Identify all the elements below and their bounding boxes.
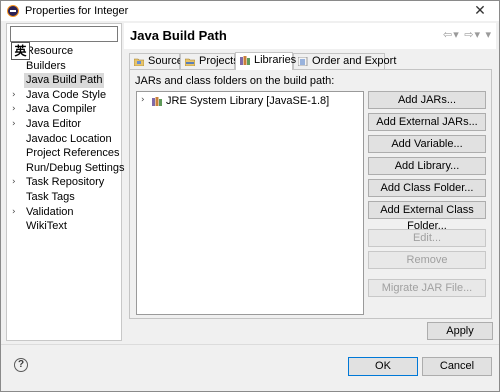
tree-item-task-repository[interactable]: › Task Repository bbox=[7, 175, 121, 190]
tree-item-builders[interactable]: Builders bbox=[7, 59, 121, 74]
back-arrow-icon[interactable]: ⇦ bbox=[443, 28, 453, 41]
footer-divider bbox=[1, 344, 499, 345]
add-library-button[interactable]: Add Library... bbox=[368, 157, 486, 175]
order-export-icon bbox=[298, 57, 308, 66]
libraries-icon bbox=[240, 56, 250, 65]
page-header: Java Build Path ⇦▾ ⇨▾ ▾ bbox=[124, 23, 496, 49]
tree-item-label: Validation bbox=[26, 205, 74, 218]
tree-item-wikitext[interactable]: WikiText bbox=[7, 219, 121, 234]
tree-item-label: WikiText bbox=[26, 220, 67, 233]
expand-arrow-icon[interactable]: › bbox=[12, 102, 20, 117]
expand-arrow-icon[interactable]: › bbox=[141, 95, 149, 105]
tree-item-label: Run/Debug Settings bbox=[26, 161, 125, 174]
eclipse-app-icon bbox=[7, 5, 19, 17]
back-dropdown-icon[interactable]: ▾ bbox=[453, 28, 460, 41]
add-class-folder-button[interactable]: Add Class Folder... bbox=[368, 179, 486, 197]
tree-item-task-tags[interactable]: Task Tags bbox=[7, 190, 121, 205]
library-entry-label: JRE System Library [JavaSE-1.8] bbox=[166, 95, 330, 107]
tree-item-label: Java Build Path bbox=[24, 73, 105, 88]
forward-dropdown-icon[interactable]: ▾ bbox=[474, 28, 481, 41]
tab-order-and-export[interactable]: Order and Export bbox=[293, 53, 396, 70]
tab-source[interactable]: Source bbox=[129, 53, 183, 70]
add-external-jars-button[interactable]: Add External JARs... bbox=[368, 113, 486, 131]
tree-item-label: Project References bbox=[26, 147, 120, 160]
jre-library-icon bbox=[152, 97, 162, 106]
ok-button[interactable]: OK bbox=[348, 357, 418, 376]
tab-libraries[interactable]: Libraries bbox=[235, 52, 297, 70]
expand-arrow-icon[interactable]: › bbox=[12, 88, 20, 103]
source-folder-icon bbox=[134, 58, 144, 66]
edit-button[interactable]: Edit... bbox=[368, 229, 486, 247]
tree-item-label: Task Tags bbox=[26, 190, 75, 203]
close-window-button[interactable]: ✕ bbox=[465, 1, 495, 21]
tab-label: Projects bbox=[199, 55, 239, 67]
add-jars-button[interactable]: Add JARs... bbox=[368, 91, 486, 109]
tree-item-java-compiler[interactable]: › Java Compiler bbox=[7, 102, 121, 117]
projects-icon bbox=[185, 58, 195, 66]
migrate-jar-button[interactable]: Migrate JAR File... bbox=[368, 279, 486, 297]
help-icon[interactable]: ? bbox=[14, 358, 28, 372]
tree-item-label: Javadoc Location bbox=[26, 132, 112, 145]
tree-item-java-code-style[interactable]: › Java Code Style bbox=[7, 88, 121, 103]
cancel-button[interactable]: Cancel bbox=[422, 357, 492, 376]
remove-button[interactable]: Remove bbox=[368, 251, 486, 269]
tree-item-label: Java Editor bbox=[26, 117, 82, 130]
tab-label: Source bbox=[148, 55, 183, 67]
forward-arrow-icon[interactable]: ⇨ bbox=[464, 28, 474, 41]
tree-item-javadoc-location[interactable]: Javadoc Location bbox=[7, 132, 121, 147]
expand-arrow-icon[interactable]: › bbox=[12, 205, 20, 220]
apply-button[interactable]: Apply bbox=[427, 322, 493, 340]
view-menu-icon[interactable]: ▾ bbox=[485, 28, 492, 41]
tree-item-label: Java Compiler bbox=[26, 103, 97, 116]
properties-dialog: Properties for Integer ✕ 英 › Resource Bu… bbox=[0, 0, 500, 392]
page-tree-list: › Resource Builders Java Build Path › Ja… bbox=[7, 44, 124, 234]
page-title: Java Build Path bbox=[130, 28, 227, 43]
window-title: Properties for Integer bbox=[25, 5, 129, 17]
ime-indicator: 英 bbox=[11, 42, 30, 60]
tree-item-java-editor[interactable]: › Java Editor bbox=[7, 117, 121, 132]
page-navigation: ⇦▾ ⇨▾ ▾ bbox=[443, 28, 492, 41]
filter-input[interactable] bbox=[10, 26, 118, 42]
tree-item-label: Resource bbox=[26, 45, 74, 57]
expand-arrow-icon[interactable]: › bbox=[12, 117, 20, 132]
tree-item-validation[interactable]: › Validation bbox=[7, 205, 121, 220]
tree-item-label: Builders bbox=[26, 59, 66, 72]
tree-item-run-debug-settings[interactable]: Run/Debug Settings bbox=[7, 161, 124, 176]
tab-projects[interactable]: Projects bbox=[180, 53, 239, 70]
tree-item-java-build-path[interactable]: Java Build Path bbox=[7, 73, 121, 88]
library-tree[interactable]: › JRE System Library [JavaSE-1.8] bbox=[136, 91, 364, 315]
libraries-panel: JARs and class folders on the build path… bbox=[129, 69, 492, 319]
tree-item-project-references[interactable]: Project References bbox=[7, 146, 121, 161]
tree-item-label: Java Code Style bbox=[26, 88, 107, 101]
title-bar: Properties for Integer ✕ bbox=[1, 1, 499, 21]
add-variable-button[interactable]: Add Variable... bbox=[368, 135, 486, 153]
expand-arrow-icon[interactable]: › bbox=[12, 175, 20, 190]
tab-label: Libraries bbox=[254, 54, 297, 66]
libraries-caption: JARs and class folders on the build path… bbox=[135, 75, 335, 87]
add-external-class-folder-button[interactable]: Add External Class Folder... bbox=[368, 201, 486, 232]
tab-label: Order and Export bbox=[312, 55, 397, 67]
tree-item-label: Task Repository bbox=[26, 176, 105, 189]
property-page-tree: 英 › Resource Builders Java Build Path › … bbox=[6, 23, 124, 341]
